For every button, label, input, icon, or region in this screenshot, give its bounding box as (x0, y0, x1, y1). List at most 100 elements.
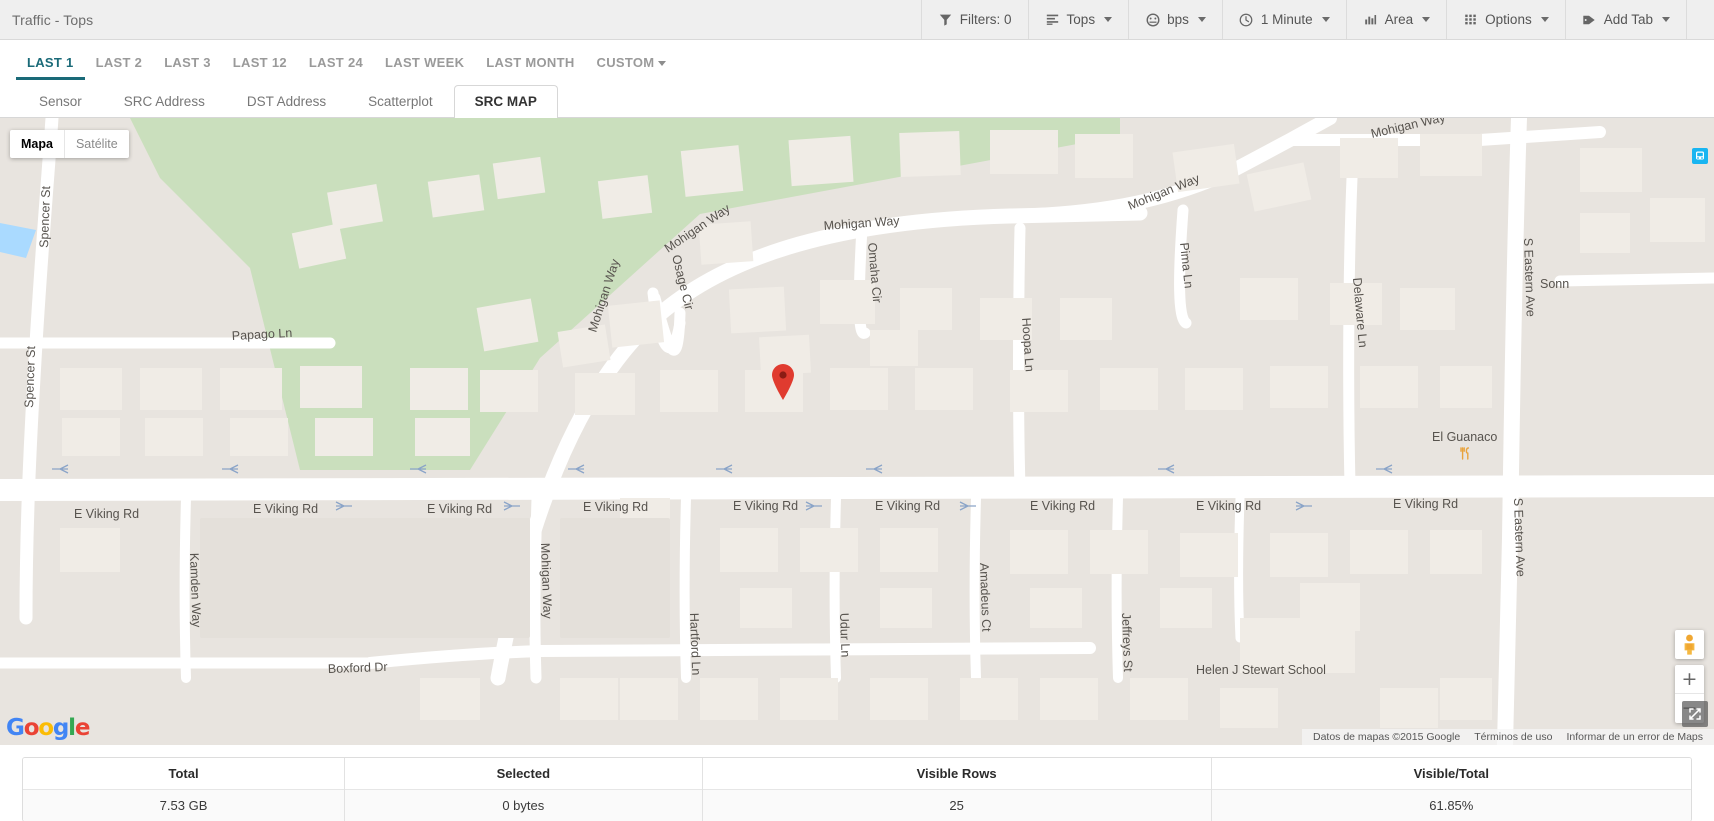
filter-icon (938, 12, 953, 27)
range-tab-last-week[interactable]: LAST WEEK (374, 55, 475, 80)
pegman-streetview-icon[interactable] (1675, 630, 1704, 659)
map-type-satelite[interactable]: Satélite (63, 130, 129, 158)
street-label: Boxford Dr (328, 660, 388, 676)
logo-letter: l (68, 715, 76, 741)
range-tab-label: LAST 1 (27, 55, 74, 70)
filters-button[interactable]: Filters: 0 (920, 0, 1028, 39)
svg-text:E Viking Rd: E Viking Rd (427, 502, 492, 516)
stats-header-visible-rows: Visible Rows (702, 758, 1212, 790)
app-title: Traffic - Tops (12, 11, 94, 28)
range-tab-last-2[interactable]: LAST 2 (85, 55, 154, 80)
chart-type-label: Area (1384, 12, 1414, 27)
range-tab-label: CUSTOM (596, 55, 655, 70)
stats-value-visible-rows: 25 (702, 789, 1212, 821)
street-label: Hartford Ln (687, 613, 703, 676)
stats-header-visible-total: Visible/Total (1211, 758, 1691, 790)
range-tab-label: LAST WEEK (385, 55, 465, 70)
street-label: Udur Ln (837, 613, 853, 658)
interval-button[interactable]: 1 Minute (1221, 0, 1346, 39)
street-label: Mohigan Way (538, 543, 555, 620)
svg-text:E Viking Rd: E Viking Rd (733, 499, 798, 513)
top-toolbar: Traffic - Tops Filters: 0 Tops bps 1 Min… (0, 0, 1714, 40)
range-tab-last-1[interactable]: LAST 1 (16, 55, 85, 80)
options-label: Options (1485, 12, 1532, 27)
toolbar-endcap (1686, 0, 1714, 39)
street-label: S Eastern Ave (1521, 238, 1538, 317)
street-label: Spencer St (37, 185, 53, 248)
map-type-control[interactable]: Mapa Satélite (10, 130, 129, 158)
map-tiles[interactable]: .rd { stroke:#ffffff; fill:none; stroke-… (0, 118, 1714, 745)
stats-header-selected: Selected (344, 758, 703, 790)
street-label: Spencer St (22, 345, 38, 408)
svg-text:E Viking Rd: E Viking Rd (74, 507, 139, 521)
tops-button[interactable]: Tops (1027, 0, 1129, 39)
stats-value-selected: 0 bytes (344, 789, 703, 821)
range-tab-last-12[interactable]: LAST 12 (222, 55, 298, 80)
street-label: Jeffreys St (1119, 613, 1135, 673)
map-viewport[interactable]: .rd { stroke:#ffffff; fill:none; stroke-… (0, 118, 1714, 745)
google-logo[interactable]: Google (6, 715, 91, 741)
street-label: Amadeus Ct (977, 563, 993, 633)
range-tab-label: LAST 3 (164, 55, 211, 70)
street-label: Kamden Way (187, 553, 204, 629)
svg-text:E Viking Rd: E Viking Rd (253, 502, 318, 516)
map-data-attribution: Datos de mapas ©2015 Google (1312, 731, 1461, 743)
svg-text:E Viking Rd: E Viking Rd (875, 499, 940, 513)
filters-label: Filters: 0 (959, 12, 1012, 27)
map-attribution: Datos de mapas ©2015 Google Términos de … (1301, 729, 1714, 745)
logo-letter: o (23, 715, 40, 741)
clock-icon (1239, 12, 1254, 27)
range-tab-last-month[interactable]: LAST MONTH (475, 55, 585, 80)
school-label: Helen J Stewart School (1196, 663, 1326, 677)
logo-letter: e (74, 715, 91, 741)
section-tabs: Sensor SRC Address DST Address Scatterpl… (0, 80, 1714, 118)
gauge-icon (1145, 12, 1160, 27)
street-label: Sonn (1540, 277, 1569, 291)
chevron-down-icon (1422, 17, 1431, 22)
range-tab-label: LAST MONTH (486, 55, 575, 70)
range-tab-label: LAST 12 (232, 55, 287, 70)
chart-icon (1363, 12, 1378, 27)
tab-dst-address[interactable]: DST Address (226, 85, 347, 118)
street-label: S Eastern Ave (1511, 498, 1528, 577)
tab-src-address[interactable]: SRC Address (103, 85, 226, 118)
transit-icon[interactable] (1692, 148, 1708, 164)
range-tab-label: LAST 2 (95, 55, 143, 70)
stats-value-total: 7.53 GB (23, 789, 346, 821)
range-tab-last-24[interactable]: LAST 24 (298, 55, 374, 80)
tab-scatterplot[interactable]: Scatterplot (347, 85, 454, 118)
chevron-down-icon (1540, 17, 1549, 22)
svg-text:E Viking Rd: E Viking Rd (583, 500, 648, 514)
stats-header-total: Total (23, 758, 346, 790)
fullscreen-button[interactable] (1682, 701, 1708, 727)
grid-icon (1463, 12, 1478, 27)
logo-letter: o (38, 715, 54, 741)
tab-sensor[interactable]: Sensor (18, 85, 103, 118)
chart-type-button[interactable]: Area (1345, 0, 1447, 39)
zoom-in-button[interactable]: + (1675, 665, 1704, 694)
map-type-mapa[interactable]: Mapa (10, 130, 64, 158)
units-label: bps (1167, 12, 1189, 27)
tab-src-map[interactable]: SRC MAP (453, 85, 558, 118)
list-icon (1045, 12, 1060, 27)
logo-letter: g (52, 715, 69, 741)
svg-text:E Viking Rd: E Viking Rd (1030, 499, 1095, 513)
chevron-down-icon (658, 61, 667, 66)
terms-link[interactable]: Términos de uso (1467, 731, 1559, 743)
tops-label: Tops (1066, 12, 1096, 27)
report-error-link[interactable]: Informar de un error de Maps (1559, 731, 1710, 743)
logo-letter: G (6, 715, 25, 741)
range-tab-last-3[interactable]: LAST 3 (153, 55, 222, 80)
add-tab-label: Add Tab (1603, 12, 1653, 27)
range-tab-custom[interactable]: CUSTOM (586, 55, 678, 80)
stats-value-visible-total: 61.85% (1211, 789, 1691, 821)
add-tab-button[interactable]: Add Tab (1564, 0, 1686, 39)
chevron-down-icon (1321, 17, 1330, 22)
units-button[interactable]: bps (1128, 0, 1222, 39)
options-button[interactable]: Options (1446, 0, 1565, 39)
time-range-tabs: LAST 1 LAST 2 LAST 3 LAST 12 LAST 24 LAS… (0, 40, 1714, 80)
chevron-down-icon (1104, 17, 1113, 22)
chevron-down-icon (1662, 17, 1670, 22)
stats-value-row: 7.53 GB 0 bytes 25 61.85% (23, 789, 1691, 821)
stats-header-row: Total Selected Visible Rows Visible/Tota… (23, 758, 1691, 790)
